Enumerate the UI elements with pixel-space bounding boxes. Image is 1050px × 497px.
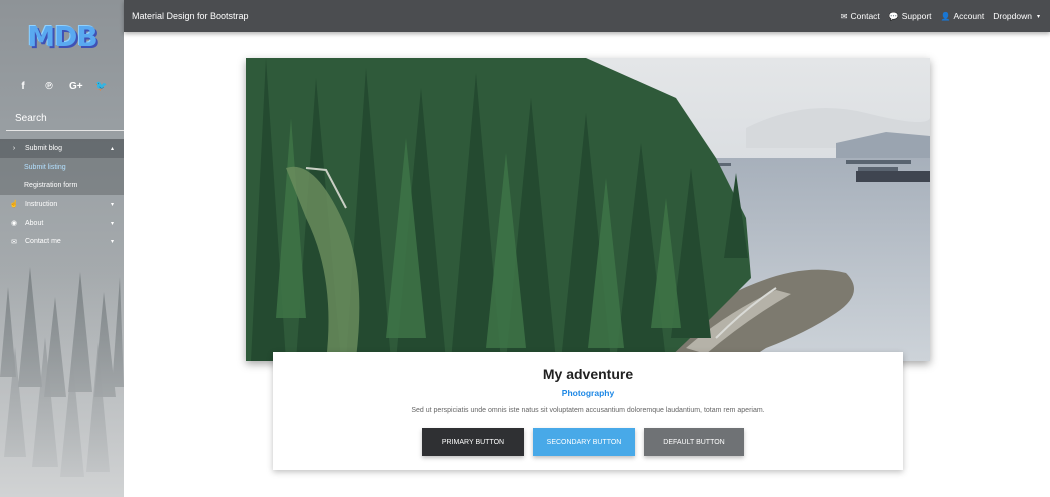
nav-link-label: Dropdown — [993, 11, 1032, 21]
facebook-icon[interactable]: f — [17, 81, 29, 93]
nav-link-label: Support — [901, 11, 932, 21]
sidebar-item-label: About — [25, 219, 44, 227]
nav-link-label: Account — [953, 11, 985, 21]
adventure-card: My adventure Photography Sed ut perspici… — [273, 352, 903, 470]
default-button[interactable]: Default button — [644, 428, 744, 456]
social-icons: f ℗ G+ 🐦 — [0, 81, 124, 93]
nav-link-account[interactable]: 👤 Account — [941, 11, 985, 21]
user-icon: 👤 — [940, 11, 951, 21]
card-title: My adventure — [542, 366, 634, 382]
sidebar-item-label: Contact me — [25, 238, 61, 246]
sidebar-forest-background — [0, 257, 124, 497]
twitter-icon[interactable]: 🐦 — [95, 81, 107, 93]
sidebar-search — [6, 106, 124, 131]
sidebar-item-submit-blog[interactable]: › Submit blog ▴ — [0, 139, 124, 158]
hand-pointer-icon: ☝ — [9, 201, 19, 209]
chevron-down-icon: ▾ — [110, 239, 114, 246]
sidebar-subitem-registration-form[interactable]: Registration form — [0, 176, 124, 196]
sidebar-item-instruction[interactable]: ☝ Instruction ▾ — [0, 195, 124, 214]
navbar-brand[interactable]: Material Design for Bootstrap — [132, 0, 249, 32]
sidebar-item-label: Instruction — [25, 200, 58, 208]
eye-icon: ◉ — [10, 220, 18, 228]
sidebar-menu: › Submit blog ▴ Submit listing Registrat… — [0, 139, 124, 251]
envelope-icon: ✉ — [840, 11, 848, 21]
sidebar-item-label: Submit blog — [25, 144, 62, 152]
google-plus-icon[interactable]: G+ — [69, 81, 83, 93]
forest-coast-photo — [246, 58, 930, 361]
comments-icon: 💬 — [888, 11, 899, 21]
chevron-down-icon: ▾ — [110, 201, 114, 208]
envelope-icon: ✉ — [11, 238, 17, 246]
nav-link-support[interactable]: 💬 Support — [889, 11, 932, 21]
top-navbar: Material Design for Bootstrap ✉ Contact … — [124, 0, 1050, 32]
pinterest-icon[interactable]: ℗ — [43, 81, 55, 93]
caret-down-icon: ▾ — [1036, 13, 1040, 20]
chevron-down-icon: ▾ — [110, 220, 114, 227]
nav-dropdown[interactable]: Dropdown ▾ — [993, 11, 1040, 21]
card-subtitle: Photography — [561, 388, 615, 398]
nav-link-contact[interactable]: ✉ Contact — [841, 11, 880, 21]
mdb-logo[interactable]: MDB — [0, 20, 124, 53]
search-input[interactable] — [6, 106, 124, 130]
primary-button[interactable]: Primary button — [422, 428, 524, 456]
sidebar: MDB f ℗ G+ 🐦 › Submit blog ▴ Submit list… — [0, 0, 124, 497]
sidebar-item-contact-me[interactable]: ✉ Contact me ▾ — [0, 232, 124, 251]
chevron-right-icon: › — [12, 144, 16, 152]
sidebar-item-about[interactable]: ◉ About ▾ — [0, 214, 124, 233]
secondary-button[interactable]: Secondary button — [533, 428, 635, 456]
nav-link-label: Contact — [850, 11, 880, 21]
card-description: Sed ut perspiciatis unde omnis iste natu… — [411, 407, 765, 414]
sidebar-subitem-submit-listing[interactable]: Submit listing — [0, 157, 124, 177]
navbar-links: ✉ Contact 💬 Support 👤 Account Dropdown ▾ — [841, 0, 1040, 32]
chevron-up-icon: ▴ — [110, 145, 114, 152]
card-button-row: Primary button Secondary button Default … — [422, 428, 744, 456]
hero-image — [246, 58, 930, 361]
